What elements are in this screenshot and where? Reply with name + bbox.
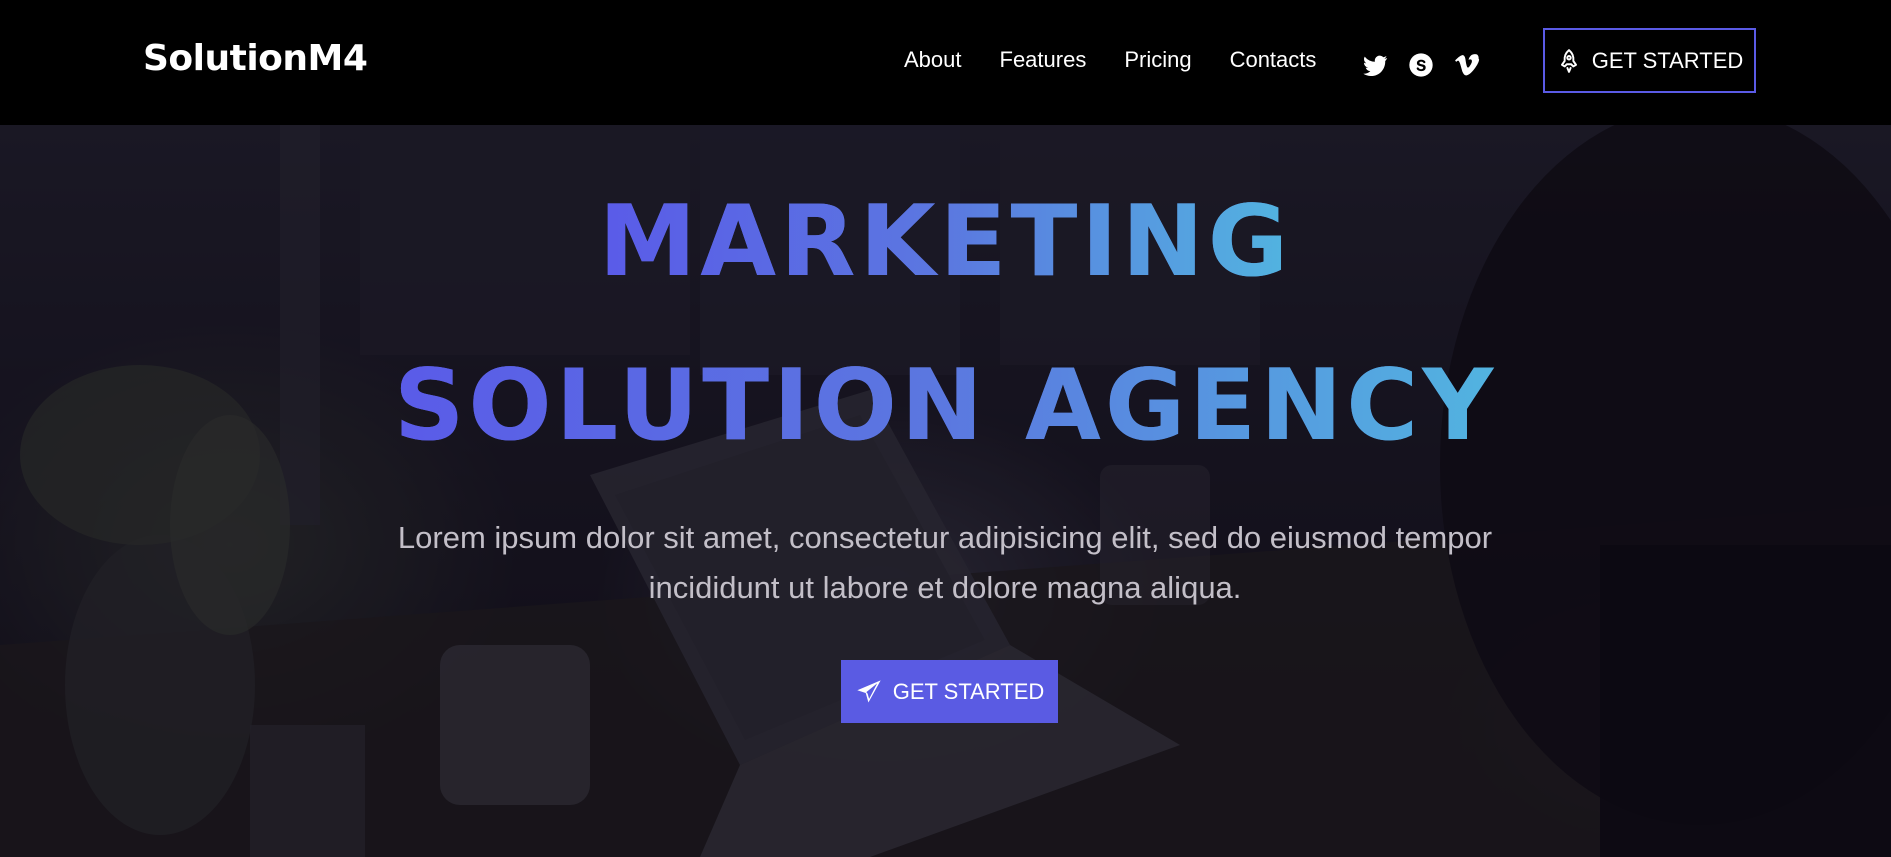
paper-plane-icon <box>857 679 881 702</box>
nav-link-features[interactable]: Features <box>1000 46 1087 74</box>
social-links <box>1361 51 1481 79</box>
header-get-started-label: GET STARTED <box>1591 47 1744 73</box>
hero-subtitle: Lorem ipsum dolor sit amet, consectetur … <box>345 513 1545 613</box>
site-logo[interactable]: SolutionM4 <box>143 38 368 79</box>
hero-subtitle-line1: Lorem ipsum dolor sit amet, consectetur … <box>397 520 1493 555</box>
hero-headline-line2: SOLUTION AGENCY <box>0 351 1891 461</box>
hero-headline-line1: MARKETING <box>0 187 1891 297</box>
hero-headline-text-2: SOLUTION AGENCY <box>393 349 1498 463</box>
header-get-started-button[interactable]: GET STARTED <box>1543 28 1756 93</box>
site-header: SolutionM4 About Features Pricing Contac… <box>0 0 1891 125</box>
vimeo-icon[interactable] <box>1453 51 1481 79</box>
nav-link-contacts[interactable]: Contacts <box>1230 46 1317 74</box>
rocket-icon <box>1560 48 1577 73</box>
nav-link-pricing[interactable]: Pricing <box>1124 46 1191 74</box>
skype-icon[interactable] <box>1407 51 1435 79</box>
twitter-icon[interactable] <box>1361 51 1389 79</box>
landing-page: SolutionM4 About Features Pricing Contac… <box>0 0 1891 857</box>
hero-subtitle-line2: incididunt ut labore et dolore magna ali… <box>648 570 1242 605</box>
main-nav: About Features Pricing Contacts <box>904 46 1316 74</box>
hero-section: MARKETING SOLUTION AGENCY Lorem ipsum do… <box>0 125 1891 857</box>
hero-get-started-label: GET STARTED <box>892 678 1045 704</box>
nav-link-about[interactable]: About <box>904 46 962 74</box>
hero-headline-text-1: MARKETING <box>598 185 1293 299</box>
hero-get-started-button[interactable]: GET STARTED <box>841 660 1058 723</box>
